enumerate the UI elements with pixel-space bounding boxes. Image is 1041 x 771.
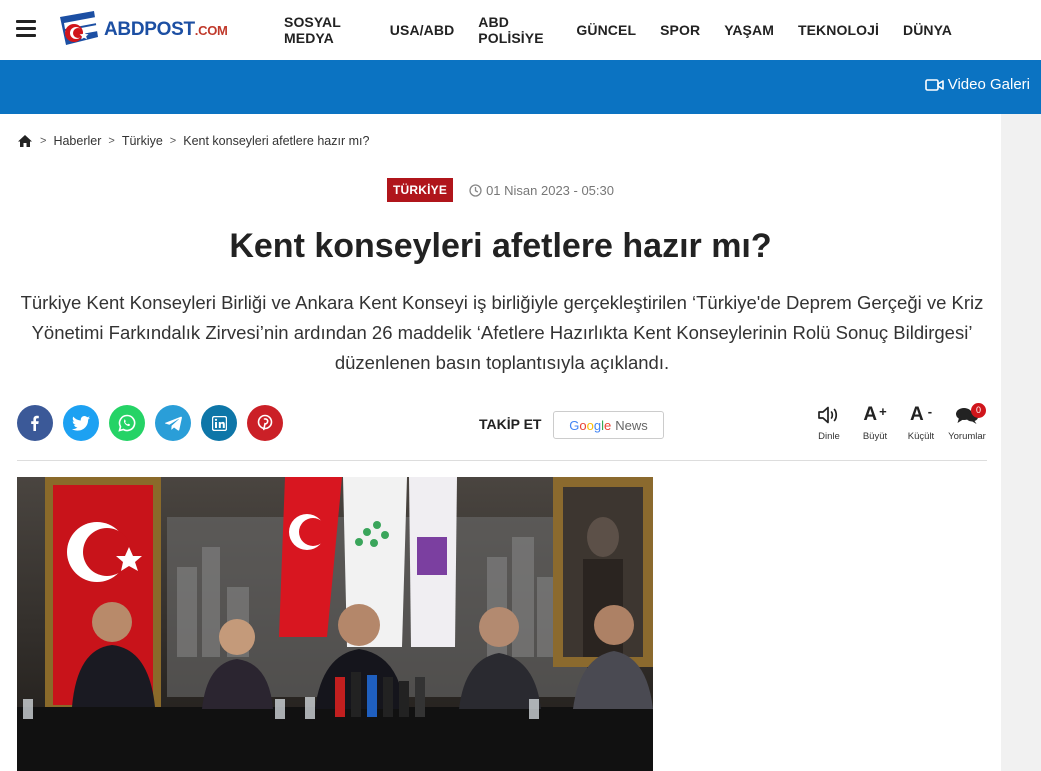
site-logo[interactable]: ABDPOST.COM [58, 8, 228, 52]
breadcrumb-separator: > [40, 135, 47, 147]
twitter-share-button[interactable] [63, 405, 99, 441]
font-smaller-button[interactable]: A- Küçült [898, 402, 944, 443]
article-summary: Türkiye Kent Konseyleri Birliği ve Ankar… [20, 292, 984, 373]
menu-icon[interactable] [16, 20, 36, 38]
linkedin-share-button[interactable] [201, 405, 237, 441]
font-bigger-label: Büyüt [862, 431, 888, 442]
divider [17, 460, 987, 461]
speaker-icon [818, 406, 838, 424]
video-gallery-label: Video Galeri [947, 76, 1030, 93]
article-meta: TÜRKİYE 01 Nisan 2023 - 05:30 [0, 178, 1001, 202]
breadcrumb-separator: > [108, 135, 115, 147]
breadcrumb-current[interactable]: Kent konseyleri afetlere hazır mı? [183, 134, 369, 148]
logo-suffix-text: .COM [194, 23, 228, 38]
comments-button[interactable]: 0 Yorumlar [944, 402, 990, 442]
google-logo: Google [569, 417, 612, 433]
breadcrumb: > Haberler > Türkiye > Kent konseyleri a… [17, 134, 369, 148]
follow-label: TAKİP ET [479, 416, 542, 432]
facebook-icon [31, 415, 39, 431]
listen-button[interactable]: Dinle [806, 402, 852, 442]
telegram-share-button[interactable] [155, 405, 191, 441]
whatsapp-share-button[interactable] [109, 405, 145, 441]
linkedin-icon [211, 415, 227, 431]
font-bigger-button[interactable]: A + Büyüt [852, 402, 898, 443]
breadcrumb-turkiye[interactable]: Türkiye [122, 134, 163, 148]
google-news-label: News [615, 417, 648, 433]
date-text: 01 Nisan 2023 - 05:30 [486, 182, 614, 198]
article-photo [17, 477, 653, 771]
comment-count-badge: 0 [971, 403, 986, 418]
menu-item-teknoloji[interactable]: TEKNOLOJİ [798, 22, 879, 38]
google-news-button[interactable]: Google News [553, 411, 664, 439]
article-title: Kent konseyleri afetlere hazır mı? [229, 227, 772, 265]
breadcrumb-haberler[interactable]: Haberler [53, 134, 101, 148]
facebook-share-button[interactable] [17, 405, 53, 441]
twitter-icon [72, 415, 90, 431]
breadcrumb-separator: > [169, 135, 177, 147]
telegram-icon [164, 416, 182, 431]
logo-main-text: ABDPOST [104, 19, 195, 40]
right-gutter [1001, 114, 1041, 771]
menu-item-yasam[interactable]: YAŞAM [724, 22, 774, 38]
font-smaller-label: Küçült [907, 431, 935, 442]
pinterest-share-button[interactable] [247, 405, 283, 441]
font-increase-icon: A + [863, 403, 887, 426]
main-menu: SOSYAL MEDYA USA/ABD ABD POLİSİYE GÜNCEL… [272, 0, 964, 60]
listen-label: Dinle [818, 431, 840, 442]
clock-icon [469, 183, 482, 197]
whatsapp-icon [118, 414, 136, 432]
article-date: 01 Nisan 2023 - 05:30 [469, 183, 614, 198]
share-buttons [17, 405, 293, 441]
menu-item-abd-polisiye[interactable]: ABD POLİSİYE [478, 14, 552, 46]
video-camera-icon [924, 78, 944, 91]
menu-item-spor[interactable]: SPOR [660, 22, 700, 38]
logo-flag-icon [60, 11, 98, 45]
secondary-bar: Video Galeri [0, 60, 1041, 114]
comments-label: Yorumlar [948, 431, 986, 442]
menu-item-guncel[interactable]: GÜNCEL [576, 22, 636, 38]
category-badge[interactable]: TÜRKİYE [386, 178, 454, 202]
home-icon[interactable] [17, 134, 33, 148]
menu-item-dunya[interactable]: DÜNYA [903, 22, 952, 38]
article-tools: Dinle A + Büyüt A- Küçült 0 Yorumlar [806, 402, 990, 442]
font-decrease-icon: A- [909, 403, 933, 426]
pinterest-icon [257, 414, 273, 431]
top-navigation: ABDPOST.COM SOSYAL MEDYA USA/ABD ABD POL… [0, 0, 964, 60]
press-conference-photo [17, 477, 653, 771]
video-gallery-link[interactable]: Video Galeri [924, 76, 1030, 93]
menu-item-sosyal-medya[interactable]: SOSYAL MEDYA [284, 14, 366, 46]
menu-item-usa-abd[interactable]: USA/ABD [390, 22, 454, 38]
header-spacer [964, 0, 1041, 60]
